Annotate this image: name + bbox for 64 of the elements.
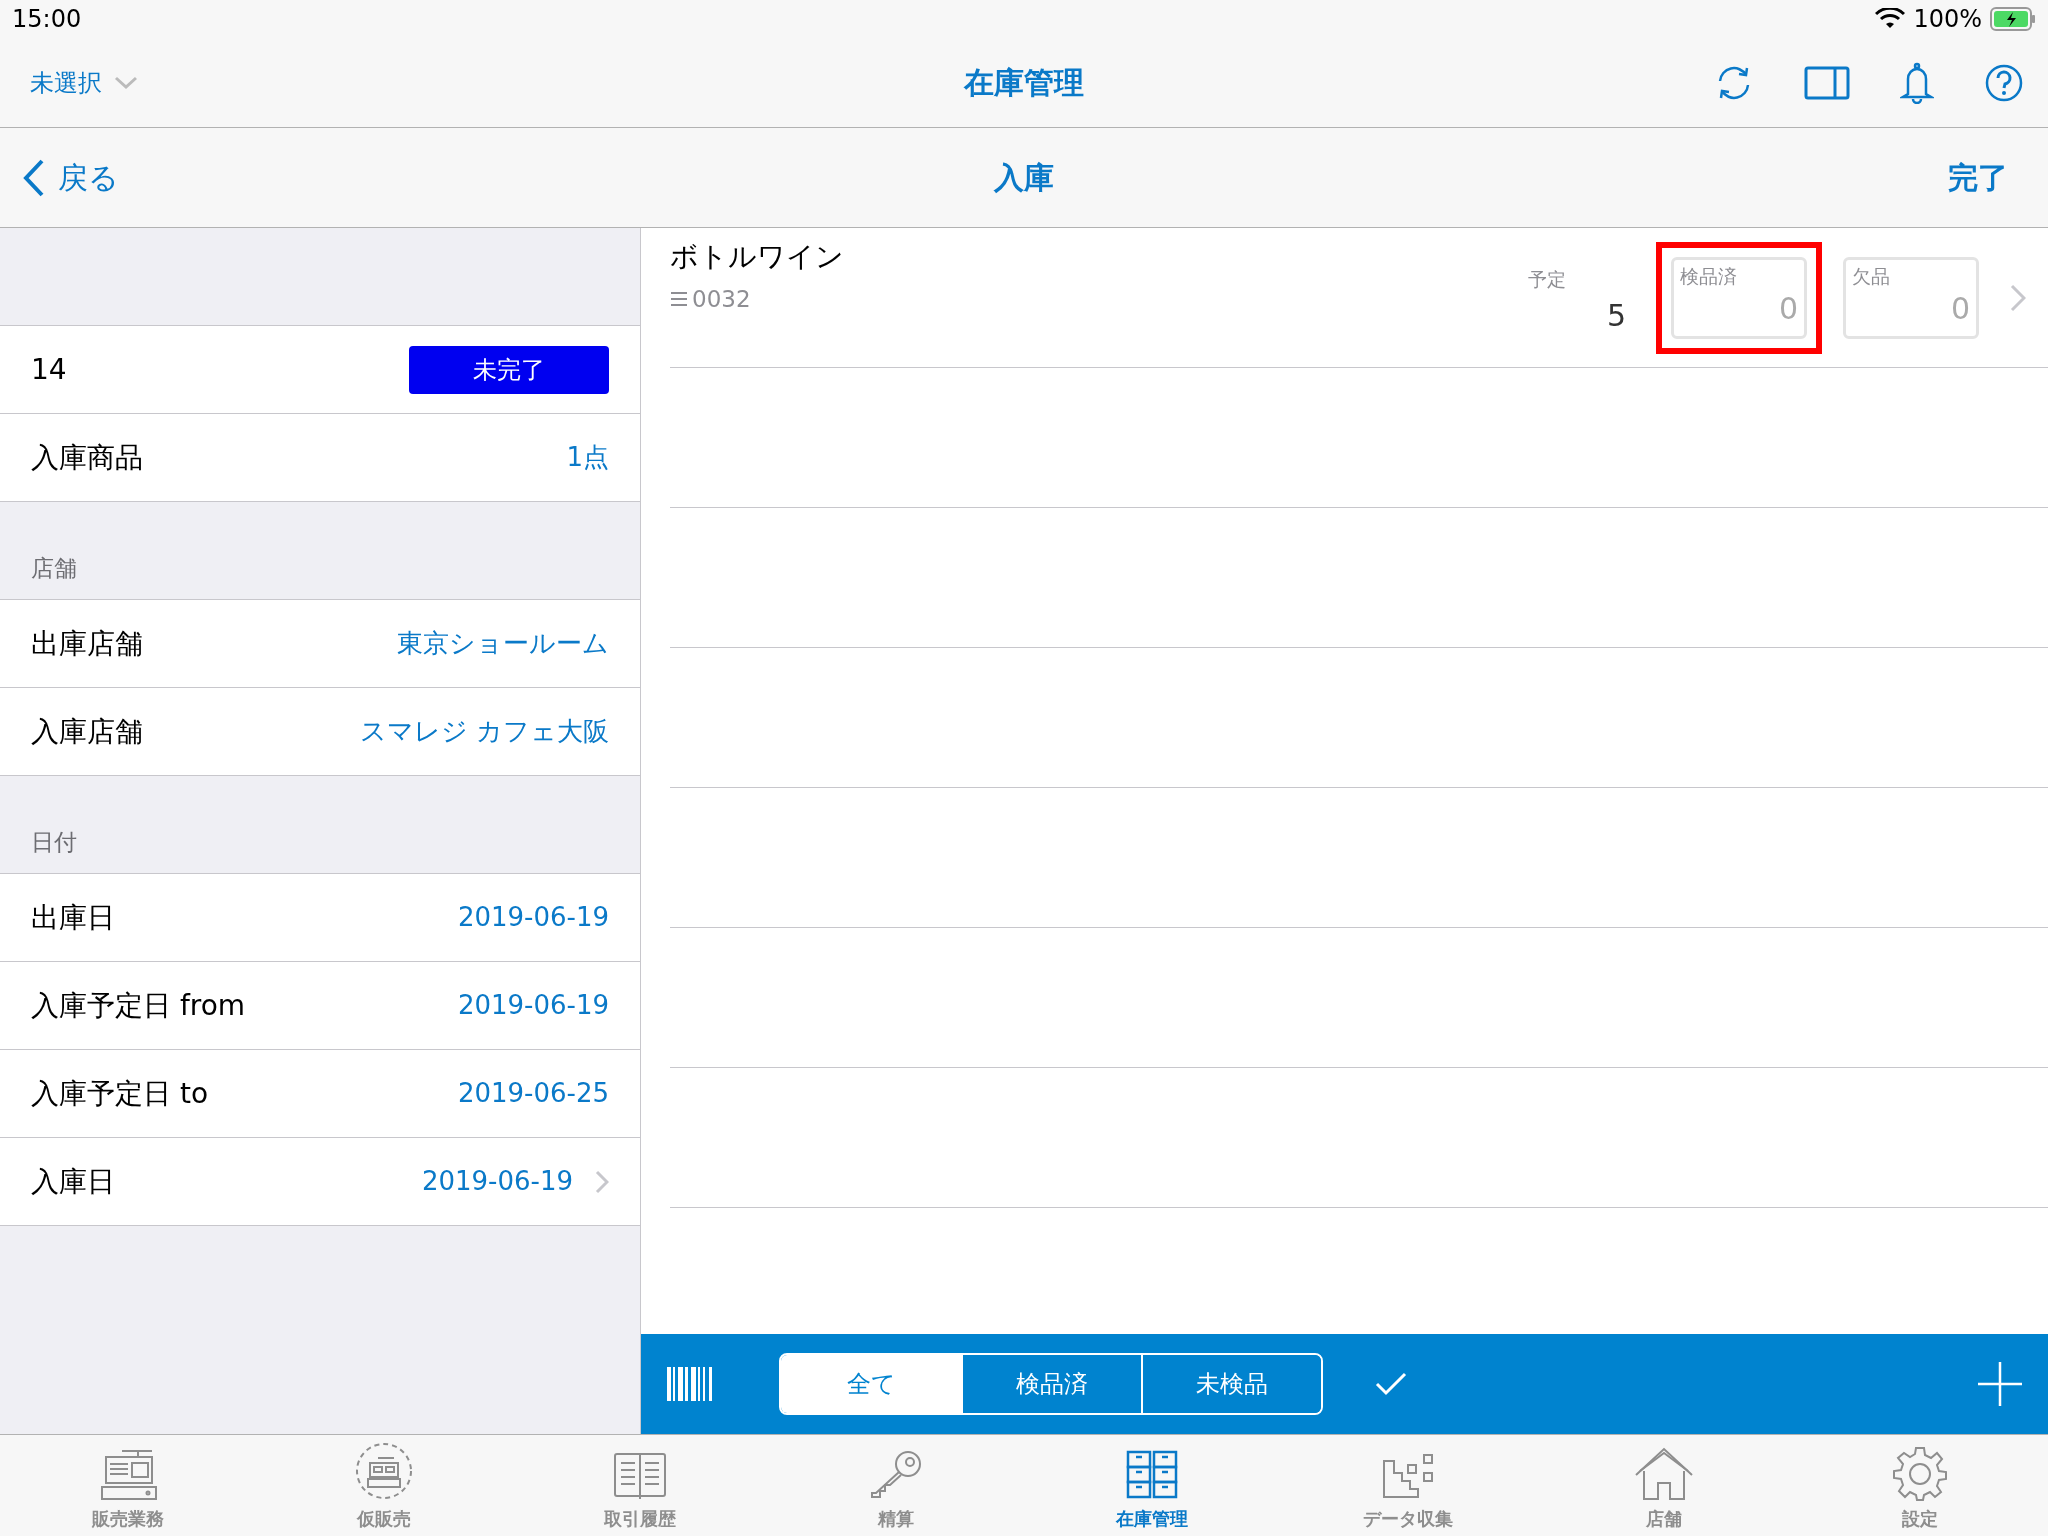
tab-bar-item[interactable]: 設定 (1792, 1435, 2048, 1536)
wifi-icon (1875, 8, 1906, 30)
cabinet-icon (1124, 1449, 1180, 1501)
row-label: 出庫店舗 (31, 625, 143, 662)
item-row[interactable]: ボトルワイン 0032 予定 5 検品済 0 欠品 0 (670, 228, 2048, 368)
row-label: 入庫予定日 to (31, 1075, 208, 1112)
done-button[interactable]: 完了 (1948, 155, 2008, 200)
row-label: 14 (31, 351, 67, 388)
chevron-down-icon (114, 75, 138, 90)
row-value: 2019-06-19 (421, 1165, 573, 1198)
chevron-icon (2010, 284, 2026, 312)
tab-bar-item[interactable]: 精算 (768, 1435, 1024, 1536)
row-label: 出庫日 (31, 899, 115, 936)
date-row[interactable]: 入庫日 2019-06-19 (0, 1138, 640, 1226)
screen-title: 在庫管理 (964, 64, 1084, 102)
row-value: スマレジ カフェ大阪 (359, 715, 609, 748)
add-icon[interactable] (1978, 1362, 2022, 1406)
row-label: 入庫店舗 (31, 713, 143, 750)
tab-bar-item[interactable]: 販売業務 (0, 1435, 256, 1536)
store-icon (1634, 1447, 1694, 1501)
quantity-field[interactable]: 検品済 0 (1671, 256, 1807, 339)
settings-icon (1892, 1445, 1948, 1501)
row-label: 入庫商品 (31, 439, 143, 476)
tab-bar-item[interactable]: 取引履歴 (512, 1435, 768, 1536)
tab-bar-item[interactable]: 在庫管理 (1024, 1435, 1280, 1536)
key-icon (868, 1449, 924, 1501)
chevron-icon (595, 1169, 609, 1194)
planned-label: 予定 (1528, 266, 1566, 292)
filter-segment[interactable]: 未検品 (1141, 1355, 1321, 1413)
help-icon[interactable] (1984, 62, 2024, 103)
status-button[interactable]: 未完了 (409, 345, 609, 394)
status-time: 15:00 (12, 4, 82, 35)
page-title: 入庫 (994, 159, 1054, 197)
check-icon[interactable] (1375, 1372, 1407, 1396)
list-icon (670, 291, 688, 308)
book-icon (612, 1451, 668, 1501)
row-value: 1点 (566, 441, 609, 474)
steps-chart-icon (1380, 1451, 1436, 1501)
tab-bar-item[interactable]: 店舗 (1536, 1435, 1792, 1536)
battery-icon (1990, 7, 2036, 31)
register-icon (98, 1449, 158, 1501)
bell-icon[interactable] (1900, 61, 1934, 104)
row-value: 2019-06-25 (457, 1077, 609, 1110)
tab-bar-item[interactable]: 仮販売 (256, 1435, 512, 1536)
planned-quantity: 5 (1606, 297, 1626, 336)
filter-segment[interactable]: 全て (781, 1355, 961, 1413)
section-header: 日付 (31, 827, 77, 857)
barcode-scan-icon (667, 1367, 713, 1401)
back-chevron-icon (22, 157, 46, 198)
store-selector[interactable]: 未選択 (30, 64, 138, 101)
back-button[interactable]: 戻る (22, 155, 119, 200)
item-name: ボトルワイン (670, 239, 844, 275)
item-code: 0032 (692, 285, 751, 314)
row-value: 東京ショールーム (397, 627, 609, 660)
register-icon (354, 1441, 414, 1501)
row-label: 入庫予定日 from (31, 987, 246, 1024)
battery-percent: 100% (1913, 4, 1982, 35)
quantity-field[interactable]: 欠品 0 (1843, 256, 1979, 339)
section-header: 店舗 (31, 553, 77, 583)
tab-bar-item[interactable]: データ収集 (1280, 1435, 1536, 1536)
row-value: 2019-06-19 (457, 901, 609, 934)
split-view-icon[interactable] (1804, 65, 1850, 100)
row-label: 入庫日 (31, 1163, 115, 1200)
row-value: 2019-06-19 (457, 989, 609, 1022)
